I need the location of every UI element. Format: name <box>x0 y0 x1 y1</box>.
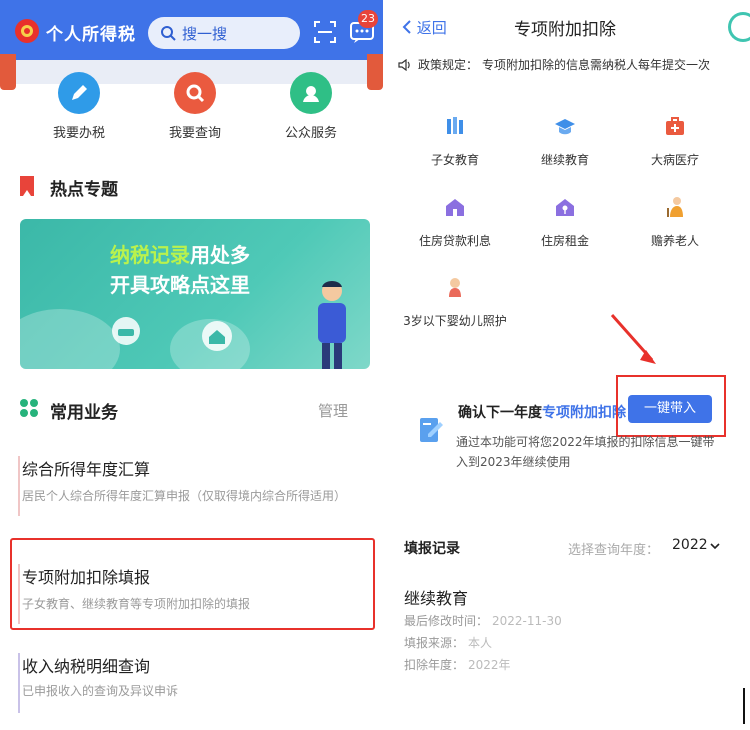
record-deduction-year: 扣除年度： 2022年 <box>404 656 511 673</box>
policy-prefix: 政策规定： <box>418 58 479 72</box>
banner-highlight: 纳税记录 <box>110 243 190 267</box>
medical-kit-icon <box>666 117 684 135</box>
highlight-box <box>616 375 726 437</box>
service-desc: 居民个人综合所得年度汇算申报（仅取得境内综合所得适用） <box>22 489 347 503</box>
year-select[interactable]: 2022 <box>672 537 708 553</box>
back-label: 返回 <box>416 19 447 37</box>
year-select-label: 选择查询年度： <box>568 543 660 558</box>
speaker-icon <box>398 59 410 71</box>
magnifier-icon <box>174 72 216 114</box>
quick-action-label: 我要查询 <box>168 126 221 141</box>
search-icon <box>161 26 176 41</box>
category-label: 大病医疗 <box>650 153 699 167</box>
record-modified-time: 最后修改时间： 2022-11-30 <box>404 612 562 629</box>
banner-decor <box>20 309 120 369</box>
record-value: 2022-11-30 <box>492 614 562 628</box>
confirm-prefix: 确认下一年度 <box>458 405 542 421</box>
category-housing-rent[interactable]: 住房租金 <box>510 196 620 252</box>
service-title: 综合所得年度汇算 <box>22 460 151 479</box>
grid-icon <box>20 399 38 417</box>
category-label: 住房租金 <box>540 234 589 248</box>
edit-document-icon <box>420 418 443 442</box>
category-label: 住房贷款利息 <box>418 234 491 248</box>
search-input[interactable]: 搜一搜 <box>148 17 300 49</box>
category-continuing-education[interactable]: 继续教育 <box>510 115 620 171</box>
quick-action-tax[interactable]: 我要办税 <box>34 72 124 141</box>
quick-action-label: 我要办税 <box>52 126 105 141</box>
banner-text: 用处多 <box>190 243 250 267</box>
category-label: 继续教育 <box>540 153 589 167</box>
quick-action-query[interactable]: 我要查询 <box>150 72 240 141</box>
quick-action-service[interactable]: 公众服务 <box>266 72 356 141</box>
record-item-name[interactable]: 继续教育 <box>404 585 468 609</box>
car-circle-icon <box>112 317 140 345</box>
banner-headline-2: 开具攻略点这里 <box>110 273 250 297</box>
back-button[interactable]: 返回 <box>402 17 447 38</box>
policy-text: 专项附加扣除的信息需纳税人每年提交一次 <box>482 58 711 72</box>
record-label: 填报来源： <box>404 636 465 650</box>
record-label: 扣除年度： <box>404 658 465 672</box>
books-icon <box>447 117 463 134</box>
record-value: 本人 <box>468 636 493 650</box>
chevron-down-icon[interactable] <box>710 541 720 551</box>
service-item-annual-settlement[interactable]: 综合所得年度汇算 居民个人综合所得年度汇算申报（仅取得境内综合所得适用） <box>18 456 362 516</box>
left-screen: 个人所得税 搜一搜 23 我要办税 我要查询 公众服务 热点专题 纳税记录用处多… <box>0 0 383 730</box>
baby-icon <box>449 278 461 297</box>
confirm-next-year-text: 确认下一年度专项附加扣除 <box>458 402 626 422</box>
elderly-icon <box>667 197 683 217</box>
service-icon <box>290 72 332 114</box>
assistant-icon[interactable] <box>728 12 750 42</box>
page-title: 专项附加扣除 <box>514 20 616 40</box>
record-source: 填报来源： 本人 <box>404 634 492 651</box>
record-label: 最后修改时间： <box>404 614 489 628</box>
policy-notice: 政策规定： 专项附加扣除的信息需纳税人每年提交一次 <box>398 56 750 73</box>
service-desc: 已申报收入的查询及异议申诉 <box>22 684 179 698</box>
category-label: 赡养老人 <box>650 234 699 248</box>
category-elderly-support[interactable]: 赡养老人 <box>620 196 730 252</box>
category-label: 3岁以下婴幼儿照护 <box>403 314 507 328</box>
item-accent-bar <box>18 653 20 713</box>
record-value: 2022年 <box>468 658 511 672</box>
ribbon-left <box>0 54 16 90</box>
highlight-box <box>10 538 375 630</box>
app-title: 个人所得税 <box>46 25 136 45</box>
category-infant-care[interactable]: 3岁以下婴幼儿照护 <box>400 276 510 332</box>
panel-divider <box>383 0 390 730</box>
category-child-education[interactable]: 子女教育 <box>400 115 510 171</box>
scan-icon[interactable] <box>313 20 337 44</box>
right-screen: 返回 专项附加扣除 政策规定： 专项附加扣除的信息需纳税人每年提交一次 子女教育 … <box>390 0 750 730</box>
common-services-title: 常用业务 <box>50 403 118 423</box>
item-accent-bar <box>18 456 20 516</box>
confirm-highlight: 专项附加扣除 <box>542 405 626 421</box>
hot-topics-title: 热点专题 <box>50 180 118 200</box>
service-title: 收入纳税明细查询 <box>22 657 151 676</box>
service-item-income-query[interactable]: 收入纳税明细查询 已申报收入的查询及异议申诉 <box>18 653 362 713</box>
bookmark-icon <box>20 176 34 196</box>
search-placeholder: 搜一搜 <box>182 24 228 43</box>
ribbon-right <box>367 54 383 90</box>
text-cursor <box>743 688 745 724</box>
person-illustration-icon <box>318 281 346 369</box>
house-icon <box>446 199 464 216</box>
category-serious-illness[interactable]: 大病医疗 <box>620 115 730 171</box>
notification-badge: 23 <box>358 10 378 28</box>
confirm-description: 通过本功能可将您2022年填报的扣除信息一键带入到2023年继续使用 <box>456 435 715 469</box>
pen-icon <box>58 72 100 114</box>
house-circle-icon <box>202 321 232 351</box>
quick-action-label: 公众服务 <box>284 126 337 141</box>
key-house-icon <box>556 199 574 216</box>
banner-headline-1: 纳税记录用处多 <box>110 239 250 268</box>
chevron-left-icon <box>402 20 411 34</box>
records-title: 填报记录 <box>404 541 460 557</box>
manage-link[interactable]: 管理 <box>318 400 348 421</box>
graduation-cap-icon <box>555 119 575 135</box>
category-label: 子女教育 <box>430 153 479 167</box>
category-housing-loan[interactable]: 住房贷款利息 <box>400 196 510 252</box>
tax-emblem-icon <box>15 19 39 43</box>
hot-topic-banner[interactable]: 纳税记录用处多 开具攻略点这里 <box>20 219 370 369</box>
